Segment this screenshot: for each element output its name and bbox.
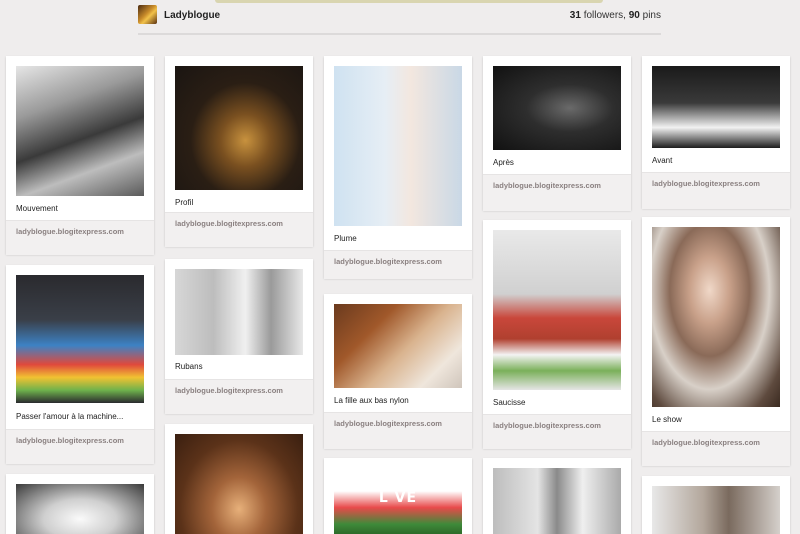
pin-card[interactable]: Avant ladyblogue.blogitexpress.com xyxy=(642,56,790,209)
pin-source[interactable]: ladyblogue.blogitexpress.com xyxy=(324,412,472,449)
pin-source[interactable]: ladyblogue.blogitexpress.com xyxy=(642,431,790,466)
pin-card[interactable]: L VE xyxy=(324,458,472,534)
pin-source[interactable]: ladyblogue.blogitexpress.com xyxy=(324,250,472,279)
board-name[interactable]: Ladyblogue xyxy=(164,10,220,21)
pin-image[interactable] xyxy=(16,66,144,196)
pin-card[interactable] xyxy=(483,458,631,534)
pin-caption: La fille aux bas nylon xyxy=(334,396,409,405)
pin-source[interactable]: ladyblogue.blogitexpress.com xyxy=(642,172,790,209)
pin-card[interactable]: La fille aux bas nylon ladyblogue.blogit… xyxy=(324,294,472,449)
pin-source-link[interactable]: ladyblogue.blogitexpress.com xyxy=(483,415,631,431)
pin-caption: Profil xyxy=(175,198,194,207)
pin-image[interactable] xyxy=(493,230,621,390)
pin-image[interactable] xyxy=(334,66,462,226)
pin-card[interactable]: Plume ladyblogue.blogitexpress.com xyxy=(324,56,472,279)
top-banner-strip xyxy=(215,0,603,3)
board-avatar[interactable] xyxy=(138,5,157,24)
pin-image[interactable]: L VE xyxy=(334,468,462,534)
pins-count: 90 xyxy=(628,10,640,21)
pin-source[interactable]: ladyblogue.blogitexpress.com xyxy=(6,429,154,464)
pin-image[interactable] xyxy=(493,468,621,534)
pin-card[interactable] xyxy=(165,424,313,534)
pin-source-link[interactable]: ladyblogue.blogitexpress.com xyxy=(6,221,154,237)
pin-source[interactable]: ladyblogue.blogitexpress.com xyxy=(165,379,313,414)
pin-image[interactable] xyxy=(16,275,144,403)
pin-card[interactable]: Rubans ladyblogue.blogitexpress.com xyxy=(165,259,313,414)
pin-caption: Le show xyxy=(652,415,682,424)
header-divider xyxy=(138,33,661,35)
pin-image[interactable] xyxy=(175,434,303,534)
followers-count[interactable]: 31 xyxy=(570,10,581,21)
pin-source-link[interactable]: ladyblogue.blogitexpress.com xyxy=(165,213,313,229)
pin-caption: Passer l'amour à la machine... xyxy=(16,412,124,421)
pin-caption: Avant xyxy=(652,156,673,165)
pin-source[interactable]: ladyblogue.blogitexpress.com xyxy=(6,220,154,255)
pin-image[interactable] xyxy=(652,66,780,148)
pin-card[interactable]: Profil ladyblogue.blogitexpress.com xyxy=(165,56,313,247)
pin-image[interactable] xyxy=(652,227,780,407)
pin-card[interactable] xyxy=(642,476,790,534)
love-text: L VE xyxy=(378,490,418,506)
pin-source-link[interactable]: ladyblogue.blogitexpress.com xyxy=(642,432,790,448)
pin-caption: Rubans xyxy=(175,362,203,371)
pin-source-link[interactable]: ladyblogue.blogitexpress.com xyxy=(483,175,631,191)
pin-image[interactable] xyxy=(175,66,303,190)
pin-image[interactable] xyxy=(493,66,621,150)
board-header: Ladyblogue 31 followers, 90 pins xyxy=(138,4,661,32)
pin-caption: Après xyxy=(493,158,514,167)
board-stats: 31 followers, 90 pins xyxy=(570,10,661,21)
pin-image[interactable] xyxy=(334,304,462,388)
pin-card[interactable] xyxy=(6,474,154,534)
pin-image[interactable] xyxy=(175,269,303,355)
pin-source-link[interactable]: ladyblogue.blogitexpress.com xyxy=(642,173,790,189)
pin-card[interactable]: Mouvement ladyblogue.blogitexpress.com xyxy=(6,56,154,255)
pin-caption: Mouvement xyxy=(16,204,58,213)
pin-card[interactable]: Le show ladyblogue.blogitexpress.com xyxy=(642,217,790,466)
pin-source[interactable]: ladyblogue.blogitexpress.com xyxy=(483,414,631,449)
pin-source-link[interactable]: ladyblogue.blogitexpress.com xyxy=(165,380,313,396)
pin-card[interactable]: Après ladyblogue.blogitexpress.com xyxy=(483,56,631,211)
pin-card[interactable]: Passer l'amour à la machine... ladyblogu… xyxy=(6,265,154,464)
pin-source-link[interactable]: ladyblogue.blogitexpress.com xyxy=(324,251,472,267)
pin-card[interactable]: Saucisse ladyblogue.blogitexpress.com xyxy=(483,220,631,449)
pin-source[interactable]: ladyblogue.blogitexpress.com xyxy=(483,174,631,211)
pin-source[interactable]: ladyblogue.blogitexpress.com xyxy=(165,212,313,247)
pin-caption: Saucisse xyxy=(493,398,526,407)
pin-image[interactable] xyxy=(16,484,144,534)
pin-source-link[interactable]: ladyblogue.blogitexpress.com xyxy=(324,413,472,429)
pin-image[interactable] xyxy=(652,486,780,534)
pin-caption: Plume xyxy=(334,234,357,243)
pins-label: pins xyxy=(642,10,661,21)
pin-source-link[interactable]: ladyblogue.blogitexpress.com xyxy=(6,430,154,446)
followers-label[interactable]: followers, xyxy=(584,10,626,21)
